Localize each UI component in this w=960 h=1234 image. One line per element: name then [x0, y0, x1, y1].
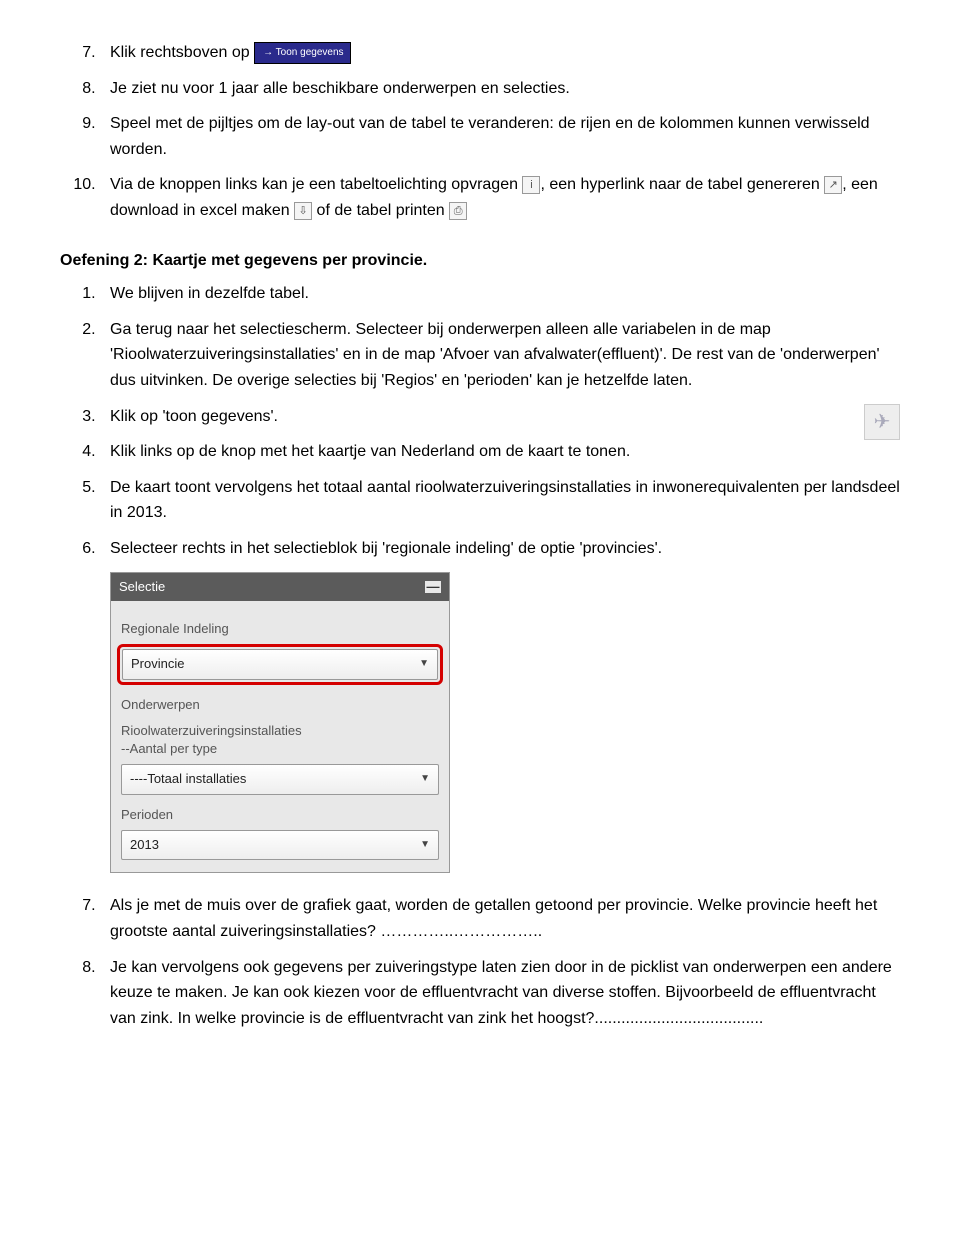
field-label: Perioden — [121, 805, 439, 826]
subject-line: --Aantal per type — [121, 741, 217, 756]
collapse-icon[interactable]: — — [425, 581, 441, 593]
button-label: → Toon gegevens — [263, 47, 343, 58]
exercise-heading: Oefening 2: Kaartje met gegevens per pro… — [60, 248, 900, 274]
item-text: Je ziet nu voor 1 jaar alle beschikbare … — [110, 80, 570, 97]
info-icon[interactable]: i — [522, 176, 540, 194]
item-text: Klik links op de knop met het kaartje va… — [110, 443, 630, 460]
item-text: Klik rechtsboven op — [110, 44, 254, 61]
perioden-dropdown[interactable]: 2013 ▼ — [121, 830, 439, 861]
subject-line: Rioolwaterzuiveringsinstallaties — [121, 723, 302, 738]
list-item: Je kan vervolgens ook gegevens per zuive… — [100, 955, 900, 1032]
item-text: Ga terug naar het selectiescherm. Select… — [110, 321, 880, 389]
dropdown-value: 2013 — [130, 835, 159, 856]
onderwerpen-dropdown[interactable]: ----Totaal installaties ▼ — [121, 764, 439, 795]
provincie-dropdown[interactable]: Provincie ▼ — [122, 649, 438, 680]
map-thumbnail-icon[interactable]: ✈ — [864, 404, 900, 440]
list-item: We blijven in dezelfde tabel. — [100, 281, 900, 307]
list-item: ✈ Klik op 'toon gegevens'. — [100, 404, 900, 430]
chevron-down-icon: ▼ — [420, 771, 430, 787]
panel-title: Selectie — [119, 577, 165, 598]
dropdown-value: Provincie — [131, 654, 184, 675]
item-text: Je kan vervolgens ook gegevens per zuive… — [110, 959, 892, 1027]
item-text: Klik op 'toon gegevens'. — [110, 408, 278, 425]
list-item: Ga terug naar het selectiescherm. Select… — [100, 317, 900, 394]
toon-gegevens-button[interactable]: → Toon gegevens — [254, 42, 350, 64]
item-text: We blijven in dezelfde tabel. — [110, 285, 309, 302]
item-text: Selecteer rechts in het selectieblok bij… — [110, 540, 662, 557]
list-item: Je ziet nu voor 1 jaar alle beschikbare … — [100, 76, 900, 102]
item-text: of de tabel printen — [312, 202, 449, 219]
selectie-panel: Selectie — Regionale Indeling Provincie … — [110, 572, 450, 874]
dropdown-value: ----Totaal installaties — [130, 769, 246, 790]
list-item: De kaart toont vervolgens het totaal aan… — [100, 475, 900, 526]
list-item: Speel met de pijltjes om de lay-out van … — [100, 111, 900, 162]
panel-body: Regionale Indeling Provincie ▼ Onderwerp… — [111, 601, 449, 872]
field-label: Onderwerpen — [121, 695, 439, 716]
chevron-down-icon: ▼ — [419, 656, 429, 672]
item-text: , een hyperlink naar de tabel genereren — [540, 176, 824, 193]
item-text: Via de knoppen links kan je een tabeltoe… — [110, 176, 522, 193]
download-icon[interactable]: ⇩ — [294, 202, 312, 220]
list-item: Selecteer rechts in het selectieblok bij… — [100, 536, 900, 562]
panel-header: Selectie — — [111, 573, 449, 602]
print-icon[interactable]: ⎙ — [449, 202, 467, 220]
list-item: Als je met de muis over de grafiek gaat,… — [100, 893, 900, 944]
list-item: Klik links op de knop met het kaartje va… — [100, 439, 900, 465]
item-text: Als je met de muis over de grafiek gaat,… — [110, 897, 877, 940]
instruction-list-c: Als je met de muis over de grafiek gaat,… — [60, 893, 900, 1031]
item-text: Speel met de pijltjes om de lay-out van … — [110, 115, 870, 158]
subject-text: Rioolwaterzuiveringsinstallaties --Aanta… — [121, 722, 439, 758]
item-text: De kaart toont vervolgens het totaal aan… — [110, 479, 900, 522]
highlight-box: Provincie ▼ — [117, 644, 443, 685]
list-item: Via de knoppen links kan je een tabeltoe… — [100, 172, 900, 223]
list-item: Klik rechtsboven op → Toon gegevens — [100, 40, 900, 66]
link-icon[interactable]: ↗ — [824, 176, 842, 194]
instruction-list-a: Klik rechtsboven op → Toon gegevens Je z… — [60, 40, 900, 224]
chevron-down-icon: ▼ — [420, 837, 430, 853]
field-label: Regionale Indeling — [121, 619, 439, 640]
instruction-list-b: We blijven in dezelfde tabel. Ga terug n… — [60, 281, 900, 561]
